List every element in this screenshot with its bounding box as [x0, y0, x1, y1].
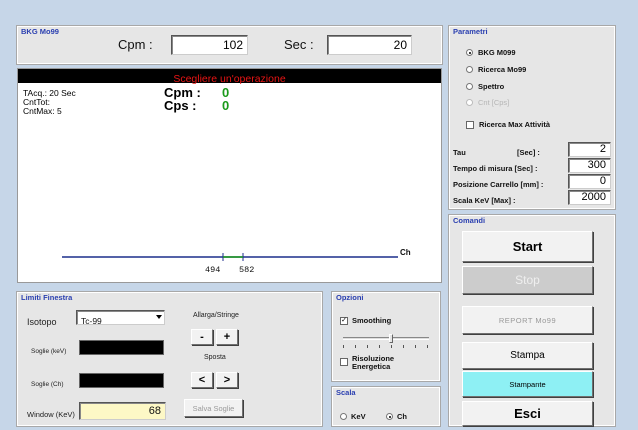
tempo-misura-label: Tempo di misura [Sec] : — [453, 164, 538, 173]
isotopo-select-value: Tc-99 — [81, 316, 102, 326]
axis-ch-label: Ch — [400, 248, 411, 257]
tau-field[interactable]: 2 — [568, 142, 611, 157]
opzioni-title: Opzioni — [336, 293, 364, 302]
limiti-finestra-title: Limiti Finestra — [21, 293, 73, 302]
scala-kev-max-field[interactable]: 2000 — [568, 190, 611, 205]
mode-ricerca-radio[interactable]: Ricerca Mo99 — [466, 65, 526, 74]
soglie-ch-label: Soglie (Ch) — [31, 381, 64, 388]
ricerca-max-label: Ricerca Max Attività — [479, 120, 551, 129]
scala-title: Scala — [336, 388, 356, 397]
stampa-label: Stampa — [510, 350, 545, 361]
bkg-cpm-field[interactable]: 102 — [171, 35, 248, 55]
smoothing-label: Smoothing — [352, 316, 392, 325]
smoothing-check-icon: ✓ — [340, 316, 348, 325]
stampa-button[interactable]: Stampa — [462, 342, 593, 369]
opzioni-group: Opzioni ✓ Smoothing Risoluzione Energeti… — [331, 291, 441, 382]
spectrum-display: Scegliere un'operazione TAcq.: 20 Sec Cn… — [17, 68, 442, 283]
cntmax-text: CntMax: 5 — [23, 106, 62, 116]
widen-button[interactable]: + — [216, 329, 238, 345]
comandi-group: Comandi Start Stop REPORT Mo99 Stampa St… — [448, 214, 616, 427]
mode-bkg-radio-icon — [466, 49, 473, 56]
bkg-cpm-label: Cpm : — [118, 37, 153, 52]
shift-left-button[interactable]: < — [191, 372, 213, 388]
scala-ch-label: Ch — [397, 412, 407, 421]
bkg-group-title: BKG Mo99 — [21, 27, 59, 36]
slider-ticks — [343, 345, 429, 348]
bkg-sec-field[interactable]: 20 — [327, 35, 412, 55]
scala-ch-radio[interactable]: Ch — [386, 412, 407, 421]
bkg-sec-label: Sec : — [284, 37, 314, 52]
allarga-stringe-label: Allarga/Stringe — [193, 312, 239, 319]
limiti-finestra-group: Limiti Finestra Isotopo Tc-99 Soglie (ke… — [16, 291, 323, 427]
mode-cnt-label: Cnt [Cps] — [478, 98, 510, 107]
isotopo-select[interactable]: Tc-99 — [76, 310, 165, 326]
tau-label: Tau — [453, 148, 466, 157]
chevron-down-icon — [156, 315, 162, 319]
spectrum-axis — [62, 253, 398, 261]
risoluzione-check-icon — [340, 358, 348, 366]
narrow-button[interactable]: - — [191, 329, 213, 345]
scala-ch-radio-icon — [386, 413, 393, 420]
mode-ricerca-label: Ricerca Mo99 — [478, 65, 527, 74]
tau-unit: [Sec] : — [517, 148, 540, 157]
scala-kev-label: KeV — [351, 412, 366, 421]
mode-cnt-radio[interactable]: Cnt [Cps] — [466, 98, 509, 107]
parametri-group: Parametri BKG M099 Ricerca Mo99 Spettro … — [448, 25, 616, 210]
status-banner-text: Scegliere un'operazione — [173, 73, 286, 85]
scala-kev-radio[interactable]: KeV — [340, 412, 366, 421]
parametri-title: Parametri — [453, 27, 488, 36]
report-mo99-button[interactable]: REPORT Mo99 — [462, 306, 593, 334]
mode-ricerca-radio-icon — [466, 66, 473, 73]
smoothing-slider[interactable] — [343, 334, 429, 348]
slider-thumb[interactable] — [389, 334, 393, 343]
mode-bkg-radio[interactable]: BKG M099 — [466, 48, 516, 57]
window-label: Window (KeV) — [27, 410, 75, 419]
shift-right-button[interactable]: > — [216, 372, 238, 388]
risoluzione-label: Risoluzione Energetica — [352, 354, 395, 371]
mode-spettro-label: Spettro — [478, 82, 505, 91]
isotopo-label: Isotopo — [27, 317, 57, 327]
soglie-ch-field — [79, 373, 164, 388]
status-banner: Scegliere un'operazione — [18, 69, 441, 85]
risoluzione-checkbox[interactable]: Risoluzione Energetica — [340, 355, 407, 371]
scala-kev-radio-icon — [340, 413, 347, 420]
mode-spettro-radio[interactable]: Spettro — [466, 82, 504, 91]
stampante-button[interactable]: Stampante — [462, 371, 593, 397]
salva-soglie-button[interactable]: Salva Soglie — [184, 399, 243, 417]
window-field[interactable]: 68 — [79, 402, 166, 420]
ricerca-max-checkbox[interactable]: Ricerca Max Attività — [466, 120, 550, 129]
esci-button[interactable]: Esci — [462, 401, 593, 426]
posizione-carrello-field[interactable]: 0 — [568, 174, 611, 189]
mode-cnt-radio-icon — [466, 99, 473, 106]
start-button[interactable]: Start — [462, 231, 593, 262]
smoothing-checkbox[interactable]: ✓ Smoothing — [340, 316, 391, 325]
scala-group: Scala KeV Ch — [331, 386, 441, 427]
slider-track — [343, 337, 429, 340]
soglie-kev-field — [79, 340, 164, 355]
esci-label: Esci — [514, 406, 541, 421]
scala-kev-max-label: Scala KeV [Max] : — [453, 196, 516, 205]
mode-bkg-label: BKG M099 — [478, 48, 516, 57]
stop-button[interactable]: Stop — [462, 266, 593, 294]
comandi-title: Comandi — [453, 216, 486, 225]
bkg-group: BKG Mo99 Cpm : 102 Sec : 20 — [16, 25, 443, 65]
ricerca-max-check-icon — [466, 120, 474, 129]
posizione-carrello-label: Posizione Carrello [mm] : — [453, 180, 544, 189]
mode-spettro-radio-icon — [466, 83, 473, 90]
cps-value: 0 — [222, 98, 230, 113]
marker-582-label: 582 — [239, 265, 255, 275]
tempo-misura-field[interactable]: 300 — [568, 158, 611, 173]
soglie-kev-label: Soglie (keV) — [31, 348, 67, 355]
marker-494-label: 494 — [205, 265, 221, 275]
sposta-label: Sposta — [204, 354, 226, 361]
cps-label: Cps : — [164, 98, 197, 113]
